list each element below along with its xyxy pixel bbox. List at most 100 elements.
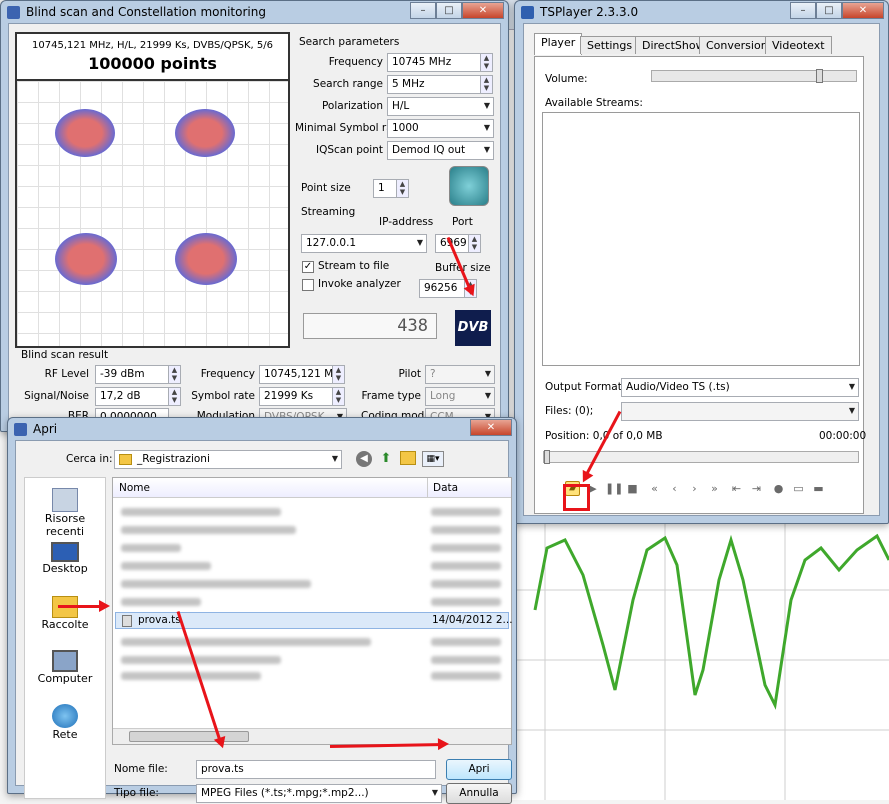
result-frequency-spinner[interactable]: ▲ ▼ (332, 365, 345, 384)
blindscan-titlebar[interactable]: Blind scan and Constellation monitoring … (1, 1, 508, 23)
filename-input[interactable]: prova.ts (196, 760, 436, 779)
stop-icon[interactable]: ■ (625, 481, 640, 496)
pilot-select[interactable]: ? (425, 365, 495, 384)
selected-file-row[interactable]: prova.ts 14/04/2012 2... (115, 612, 513, 629)
file-list[interactable]: Nome Data prova.ts 14/04/2012 2... (112, 477, 513, 745)
port-spinner[interactable]: ▲ ▼ (468, 234, 481, 253)
files-select[interactable] (621, 402, 859, 421)
open-dialog-titlebar[interactable]: Apri ✕ (8, 418, 516, 440)
seek-slider-thumb[interactable] (544, 450, 550, 464)
min-sr-select[interactable]: 1000 (387, 119, 494, 138)
tab-conversion[interactable]: Conversion (699, 36, 775, 54)
list-item[interactable] (431, 670, 501, 683)
list-item[interactable] (431, 542, 501, 555)
search-range-spinner[interactable]: ▲ ▼ (480, 75, 493, 94)
place-network[interactable]: Rete (25, 704, 105, 741)
filetype-select[interactable]: MPEG Files (*.ts;*.mpg;*.mp2...) (196, 784, 442, 803)
frequency-input[interactable]: 10745 MHz (387, 53, 481, 72)
fast-rewind-icon[interactable]: « (647, 481, 662, 496)
volume-slider[interactable] (651, 69, 857, 83)
ip-address-label: IP-address (379, 216, 434, 228)
rf-level-spinner[interactable]: ▲ ▼ (168, 365, 181, 384)
list-item[interactable] (121, 542, 181, 555)
list-item[interactable] (121, 578, 311, 591)
list-item[interactable] (121, 524, 296, 537)
frequency-spinner[interactable]: ▲ ▼ (480, 53, 493, 72)
record-icon[interactable]: ● (771, 481, 786, 496)
close-button[interactable]: ✕ (462, 2, 504, 19)
constellation-point (175, 233, 237, 285)
filetype-label: Tipo file: (114, 787, 159, 799)
ip-address-select[interactable]: 127.0.0.1 (301, 234, 427, 253)
list-item[interactable] (121, 670, 261, 683)
tsplayer-titlebar[interactable]: TSPlayer 2.3.3.0 – □ ✕ (515, 1, 888, 23)
streams-list[interactable] (542, 112, 860, 366)
skip-start-icon[interactable]: ⇤ (729, 481, 744, 496)
volume-label: Volume: (545, 73, 588, 85)
skip-end-icon[interactable]: ⇥ (749, 481, 764, 496)
list-item[interactable] (121, 506, 281, 519)
tab-settings[interactable]: Settings (580, 36, 640, 54)
list-item[interactable] (431, 524, 501, 537)
scrollbar-thumb[interactable] (129, 731, 249, 742)
point-size-input[interactable]: 1 (373, 179, 397, 198)
tab-videotext[interactable]: Videotext (765, 36, 832, 54)
signal-noise-spinner[interactable]: ▲ ▼ (168, 387, 181, 406)
search-range-input[interactable]: 5 MHz (387, 75, 481, 94)
list-item[interactable] (431, 560, 501, 573)
filename-label: Nome file: (114, 763, 168, 775)
blindscan-client: 10745,121 MHz, H/L, 21999 Ks, DVBS/QPSK,… (8, 23, 501, 427)
place-libraries[interactable]: Raccolte (25, 596, 105, 631)
invoke-analyzer-checkbox[interactable] (302, 279, 314, 291)
look-in-select[interactable]: _Registrazioni (114, 450, 342, 469)
fast-forward-icon[interactable]: » (707, 481, 722, 496)
transport-bar: ▰ ▶ ❚❚ ■ « ‹ › » ⇤ ⇥ ● ▭ ▬ (565, 481, 835, 499)
back-icon[interactable]: ◀ (356, 451, 372, 467)
step-back-icon[interactable]: ‹ (667, 481, 682, 496)
point-size-spinner[interactable]: ▲ ▼ (396, 179, 409, 198)
volume-slider-thumb[interactable] (816, 69, 823, 83)
frame-type-select[interactable]: Long (425, 387, 495, 406)
output-format-select[interactable]: Audio/Video TS (.ts) (621, 378, 859, 397)
new-folder-icon[interactable] (400, 451, 416, 465)
open-button[interactable]: Apri (446, 759, 512, 780)
list-item[interactable] (121, 636, 371, 649)
place-desktop[interactable]: Desktop (25, 542, 105, 575)
buffer-size-input[interactable]: 96256 (419, 279, 465, 298)
list-item[interactable] (431, 596, 501, 609)
recent-places-icon (52, 488, 78, 512)
tsplayer-title: TSPlayer 2.3.3.0 (540, 5, 639, 19)
iqscan-select[interactable]: Demod IQ out (387, 141, 494, 160)
maximize-button[interactable]: □ (436, 2, 462, 19)
stream-to-file-checkbox[interactable]: ✓ (302, 261, 314, 273)
minimize-button[interactable]: – (410, 2, 436, 19)
list-item[interactable] (121, 560, 211, 573)
dialog-close-button[interactable]: ✕ (470, 419, 512, 436)
tab-player[interactable]: Player (534, 33, 583, 55)
pause-icon[interactable]: ❚❚ (605, 481, 623, 496)
tsplayer-close-button[interactable]: ✕ (842, 2, 884, 19)
satellite-logo-icon[interactable] (449, 166, 489, 206)
place-recent[interactable]: Risorse recenti (25, 488, 105, 538)
list-item[interactable] (431, 578, 501, 591)
cancel-button[interactable]: Annulla (446, 783, 512, 804)
tsplayer-app-icon (521, 5, 534, 19)
fullscreen-icon[interactable]: ▬ (811, 481, 826, 496)
screen-icon[interactable]: ▭ (791, 481, 806, 496)
horizontal-scrollbar[interactable] (113, 728, 511, 744)
list-item[interactable] (121, 596, 201, 609)
col-name-header[interactable]: Nome (119, 482, 150, 494)
tsplayer-maximize-button[interactable]: □ (816, 2, 842, 19)
view-menu-icon[interactable]: ▦▾ (422, 451, 444, 467)
step-forward-icon[interactable]: › (687, 481, 702, 496)
polarization-select[interactable]: H/L (387, 97, 494, 116)
list-item[interactable] (431, 506, 501, 519)
col-date-header[interactable]: Data (433, 482, 458, 494)
list-item[interactable] (431, 636, 501, 649)
up-folder-icon[interactable]: ⬆ (378, 451, 394, 467)
place-computer[interactable]: Computer (25, 650, 105, 685)
list-item[interactable] (431, 654, 501, 667)
list-item[interactable] (121, 654, 281, 667)
tsplayer-minimize-button[interactable]: – (790, 2, 816, 19)
result-sr-spinner[interactable]: ▲ ▼ (332, 387, 345, 406)
